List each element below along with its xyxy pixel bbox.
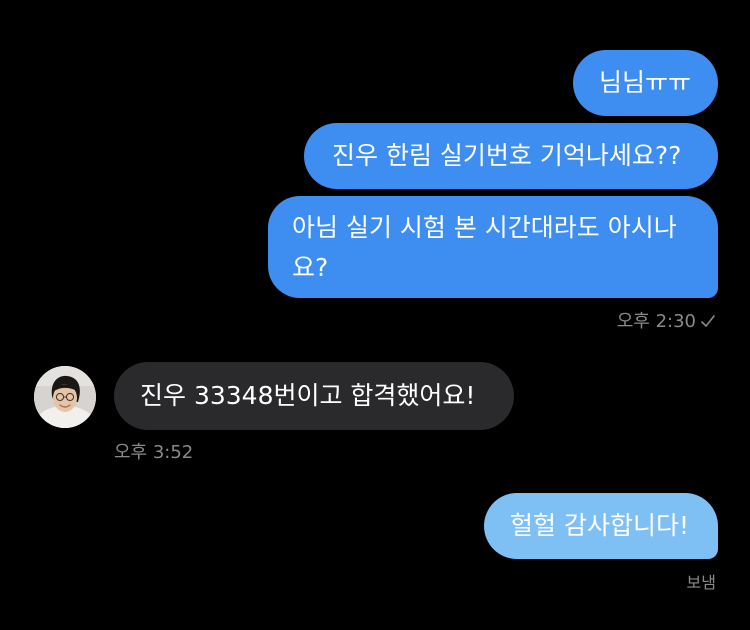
avatar-photo: [34, 366, 96, 428]
message-timestamp: 오후 2:30: [616, 311, 696, 332]
message-text: 헐헐 감사합니다!: [510, 511, 689, 540]
message-text: 님님ㅠㅠ: [599, 68, 692, 97]
message-text: 아님 실기 시험 본 시간대라도 아시나요?: [292, 213, 677, 282]
outgoing-message-bubble[interactable]: 진우 한림 실기번호 기억나세요??: [304, 123, 718, 189]
incoming-message-bubble[interactable]: 진우 33348번이고 합격했어요!: [114, 362, 514, 430]
outgoing-message-bubble[interactable]: 아님 실기 시험 본 시간대라도 아시나요?: [268, 196, 718, 298]
message-timestamp: 오후 3:52: [114, 442, 194, 463]
avatar[interactable]: [34, 366, 96, 428]
outgoing-message-bubble[interactable]: 님님ㅠㅠ: [573, 50, 718, 116]
message-text: 진우 33348번이고 합격했어요!: [140, 381, 476, 410]
message-text: 진우 한림 실기번호 기억나세요??: [332, 141, 682, 170]
outgoing-message-bubble[interactable]: 헐헐 감사합니다!: [484, 493, 718, 559]
delivery-status: 보냄: [686, 573, 716, 592]
checkmark-icon: [701, 315, 715, 327]
